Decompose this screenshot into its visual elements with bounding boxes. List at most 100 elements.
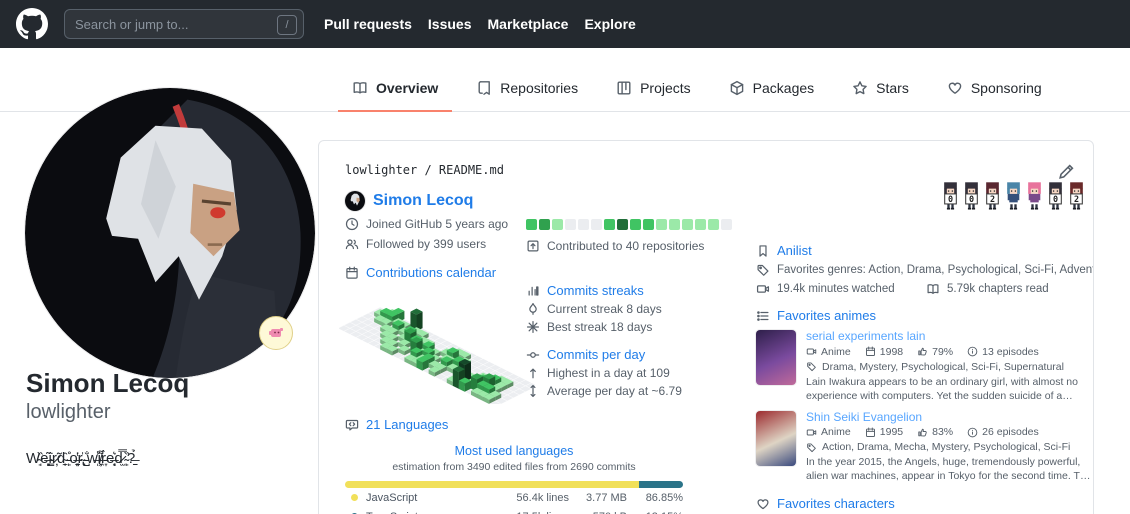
commits-streaks-link[interactable]: Commits streaks: [526, 283, 748, 298]
anime-body: serial experiments lain Anime 1998 79% 1…: [806, 330, 1092, 404]
pixel-counter: 0 0 2: [756, 181, 1092, 213]
contribution-squares: [526, 219, 748, 230]
project-icon: [616, 80, 632, 96]
nav-link-issues[interactable]: Issues: [428, 16, 472, 32]
heart-icon: [756, 497, 770, 511]
lang-bar-segment-javascript: [345, 481, 639, 488]
languages-count-link[interactable]: 21 Languages: [345, 417, 683, 432]
readme-user-name[interactable]: Simon Lecoq: [373, 192, 473, 210]
anilist-link[interactable]: Anilist: [756, 243, 1092, 258]
tag-icon: [806, 442, 817, 453]
tab-packages[interactable]: Packages: [715, 68, 828, 112]
thumbs-up-icon: [917, 346, 928, 357]
contributed-line: Contributed to 40 repositories: [526, 239, 748, 253]
top-navbar: / Pull requests Issues Marketplace Explore: [0, 0, 1130, 48]
status-emoji-badge[interactable]: [259, 316, 293, 350]
list-icon: [756, 309, 770, 323]
search-box: /: [64, 9, 304, 39]
followed-text: Followed by 399 users: [366, 237, 486, 251]
best-streak-text: Best streak 18 days: [547, 320, 652, 334]
language-name: TypeScript: [345, 511, 465, 514]
anime-item: serial experiments lain Anime 1998 79% 1…: [756, 330, 1092, 404]
contrib-square: [682, 219, 693, 230]
pixel-character: 2: [1067, 181, 1086, 213]
edit-pencil-icon[interactable]: [1057, 163, 1075, 181]
anime-description: Lain Iwakura appears to be an ordinary g…: [806, 376, 1092, 404]
favorite-genres-line: Favorites genres: Action, Drama, Psychol…: [756, 263, 1092, 277]
anime-cover[interactable]: [756, 411, 796, 466]
nav-link-pull-requests[interactable]: Pull requests: [324, 16, 412, 32]
contrib-square: [643, 219, 654, 230]
minutes-watched: 19.4k minutes watched: [756, 282, 926, 296]
burst-icon: [526, 320, 540, 334]
tab-label: Overview: [376, 80, 438, 96]
chapters-read: 5.79k chapters read: [926, 282, 1049, 296]
readme-user-column: Simon Lecoq Joined GitHub 5 years ago Fo…: [345, 191, 525, 409]
anime-year: 1998: [865, 346, 903, 358]
anime-description: In the year 2015, the Angels, huge, trem…: [806, 456, 1092, 484]
tab-projects[interactable]: Projects: [602, 68, 705, 112]
joined-text: Joined GitHub 5 years ago: [366, 217, 508, 231]
package-icon: [729, 80, 745, 96]
mini-avatar: [345, 191, 365, 211]
language-lines: 56.4k lines: [465, 492, 569, 504]
nav-link-explore[interactable]: Explore: [584, 16, 635, 32]
svg-text:0: 0: [948, 194, 953, 204]
tab-sponsoring[interactable]: Sponsoring: [933, 68, 1056, 112]
tab-overview[interactable]: Overview: [338, 68, 452, 112]
github-logo-icon[interactable]: [16, 8, 48, 40]
contributed-icon: [526, 239, 540, 253]
favorites-animes-link[interactable]: Favorites animes: [756, 308, 1092, 323]
flame-icon: [526, 302, 540, 316]
anime-score: 79%: [917, 346, 953, 358]
highest-day-line: Highest in a day at 109: [526, 366, 748, 380]
language-percent: 13.15%: [627, 511, 683, 514]
contrib-square: [604, 219, 615, 230]
code-bubble-icon: [345, 418, 359, 432]
contributions-calendar-link[interactable]: Contributions calendar: [345, 265, 525, 280]
best-streak-line: Best streak 18 days: [526, 320, 748, 334]
nav-link-marketplace[interactable]: Marketplace: [488, 16, 569, 32]
contributions-calendar-label: Contributions calendar: [366, 265, 496, 280]
anime-title[interactable]: Shin Seiki Evangelion: [806, 411, 1092, 425]
isometric-calendar: [339, 282, 525, 409]
language-lines: 17.5k lines: [465, 511, 569, 514]
commits-per-day-label: Commits per day: [547, 347, 645, 362]
commits-per-day-link[interactable]: Commits per day: [526, 347, 748, 362]
arrows-up-down-icon: [526, 384, 540, 398]
contributed-text: Contributed to 40 repositories: [547, 239, 704, 253]
calendar-icon: [345, 266, 359, 280]
anime-year: 1995: [865, 426, 903, 438]
contrib-square: [565, 219, 576, 230]
tab-stars[interactable]: Stars: [838, 68, 923, 112]
calendar-icon: [865, 346, 876, 357]
svg-text:0: 0: [1053, 194, 1058, 204]
most-used-languages-title: Most used languages: [345, 444, 683, 458]
pixel-character: [1025, 181, 1044, 213]
tab-repositories[interactable]: Repositories: [462, 68, 592, 112]
tag-icon: [806, 361, 817, 372]
contrib-square: [552, 219, 563, 230]
contrib-square: [708, 219, 719, 230]
navbar-links: Pull requests Issues Marketplace Explore: [324, 16, 636, 32]
anime-genres: Action, Drama, Mecha, Mystery, Psycholog…: [806, 441, 1092, 453]
language-row: JavaScript 56.4k lines 3.77 MB 86.85%: [345, 488, 683, 507]
current-streak-text: Current streak 8 days: [547, 302, 662, 316]
search-input[interactable]: [65, 10, 303, 38]
favorites-animes-label: Favorites animes: [777, 308, 876, 323]
profile-tabs: Overview RepositoriesProjectsPackagesStar…: [338, 68, 1056, 111]
anime-episodes: 26 episodes: [967, 426, 1039, 438]
anime-title[interactable]: serial experiments lain: [806, 330, 1092, 344]
joined-line: Joined GitHub 5 years ago: [345, 217, 525, 231]
anime-cover[interactable]: [756, 330, 796, 385]
contrib-square: [669, 219, 680, 230]
language-size: 3.77 MB: [569, 492, 627, 504]
languages-bar: [345, 481, 683, 488]
contrib-square: [721, 219, 732, 230]
tab-label: Sponsoring: [971, 80, 1042, 96]
arrow-up-icon: [526, 366, 540, 380]
bars-icon: [526, 284, 540, 298]
video-icon: [756, 282, 770, 296]
anime-genres: Drama, Mystery, Psychological, Sci-Fi, S…: [806, 361, 1092, 373]
favorites-characters-link[interactable]: Favorites characters: [756, 496, 1092, 511]
